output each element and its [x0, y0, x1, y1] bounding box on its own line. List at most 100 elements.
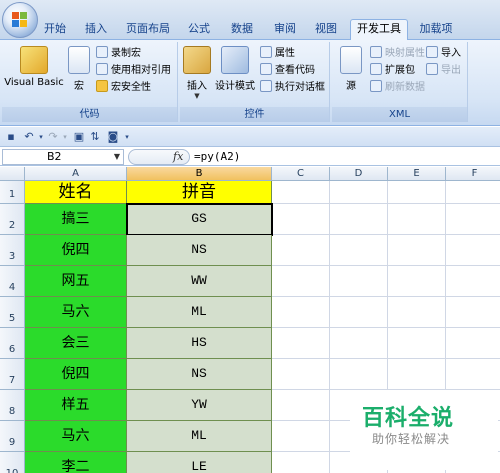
- name-box-dropdown-icon[interactable]: ▼: [114, 150, 120, 164]
- tab-developer[interactable]: 开发工具: [350, 19, 408, 41]
- view-code-button[interactable]: 查看代码: [260, 63, 315, 79]
- table-cell[interactable]: [330, 328, 388, 359]
- table-cell[interactable]: [388, 297, 446, 328]
- tab-review[interactable]: 审阅: [268, 20, 302, 40]
- name-cell[interactable]: 搞三: [25, 204, 127, 235]
- select-all-corner[interactable]: [0, 167, 25, 181]
- column-header-e[interactable]: E: [388, 167, 446, 181]
- name-cell[interactable]: 网五: [25, 266, 127, 297]
- table-cell[interactable]: [446, 181, 500, 204]
- table-cell[interactable]: [388, 235, 446, 266]
- tab-data[interactable]: 数据: [224, 20, 260, 40]
- row-header-6[interactable]: 6: [0, 328, 25, 359]
- column-header-c[interactable]: C: [272, 167, 330, 181]
- pinyin-cell[interactable]: HS: [127, 328, 272, 359]
- map-properties-button[interactable]: 映射属性: [370, 46, 425, 62]
- table-cell[interactable]: [446, 359, 500, 390]
- table-cell[interactable]: [272, 359, 330, 390]
- visual-basic-button[interactable]: Visual Basic: [4, 46, 64, 88]
- print-preview-icon[interactable]: ▣: [72, 130, 86, 144]
- macro-security-button[interactable]: 宏安全性: [96, 80, 151, 96]
- relative-reference-button[interactable]: 使用相对引用: [96, 63, 171, 79]
- row-header-1[interactable]: 1: [0, 181, 25, 204]
- header-cell-name[interactable]: 姓名: [25, 181, 127, 204]
- pinyin-cell[interactable]: YW: [127, 390, 272, 421]
- save-icon[interactable]: ▪: [4, 130, 18, 144]
- pinyin-cell[interactable]: NS: [127, 235, 272, 266]
- table-cell[interactable]: [330, 297, 388, 328]
- name-cell[interactable]: 倪四: [25, 235, 127, 266]
- pinyin-cell[interactable]: WW: [127, 266, 272, 297]
- column-header-d[interactable]: D: [330, 167, 388, 181]
- table-cell[interactable]: [388, 181, 446, 204]
- macro-button[interactable]: 宏: [64, 46, 94, 92]
- customize-qat-icon[interactable]: ▾: [120, 130, 134, 144]
- table-cell[interactable]: [388, 359, 446, 390]
- tab-home[interactable]: 开始: [40, 20, 70, 40]
- table-cell[interactable]: [272, 390, 330, 421]
- table-cell[interactable]: [272, 235, 330, 266]
- table-cell[interactable]: [388, 204, 446, 235]
- table-cell[interactable]: [446, 204, 500, 235]
- design-mode-button[interactable]: 设计模式: [214, 46, 256, 92]
- name-cell[interactable]: 马六: [25, 421, 127, 452]
- table-cell[interactable]: [446, 297, 500, 328]
- camera-icon[interactable]: ◙: [106, 130, 120, 144]
- pinyin-cell[interactable]: GS: [126, 203, 273, 236]
- tab-insert[interactable]: 插入: [78, 20, 114, 40]
- table-cell[interactable]: [272, 328, 330, 359]
- table-cell[interactable]: [272, 421, 330, 452]
- table-cell[interactable]: [446, 266, 500, 297]
- redo-dropdown-icon[interactable]: ▾: [58, 130, 72, 144]
- table-cell[interactable]: [388, 328, 446, 359]
- insert-control-button[interactable]: 插入 ▼: [182, 46, 212, 100]
- row-header-4[interactable]: 4: [0, 266, 25, 297]
- table-cell[interactable]: [330, 181, 388, 204]
- table-cell[interactable]: [330, 235, 388, 266]
- column-header-f[interactable]: F: [446, 167, 500, 181]
- table-cell[interactable]: [272, 204, 330, 235]
- name-cell[interactable]: 马六: [25, 297, 127, 328]
- name-cell[interactable]: 倪四: [25, 359, 127, 390]
- export-button[interactable]: 导出: [426, 63, 461, 79]
- table-cell[interactable]: [446, 235, 500, 266]
- insert-function-button[interactable]: fx: [173, 150, 183, 163]
- expansion-packs-button[interactable]: 扩展包: [370, 63, 415, 79]
- row-header-2[interactable]: 2: [0, 204, 25, 235]
- table-cell[interactable]: [272, 452, 330, 473]
- row-header-5[interactable]: 5: [0, 297, 25, 328]
- refresh-data-button[interactable]: 刷新数据: [370, 80, 425, 96]
- name-cell[interactable]: 李二: [25, 452, 127, 473]
- table-cell[interactable]: [446, 328, 500, 359]
- import-button[interactable]: 导入: [426, 46, 461, 62]
- record-macro-button[interactable]: 录制宏: [96, 46, 141, 62]
- header-cell-pinyin[interactable]: 拼音: [127, 181, 272, 204]
- table-cell[interactable]: [272, 181, 330, 204]
- name-cell[interactable]: 样五: [25, 390, 127, 421]
- table-cell[interactable]: [330, 266, 388, 297]
- tab-addins[interactable]: 加载项: [414, 20, 458, 40]
- row-header-10[interactable]: 10: [0, 452, 25, 473]
- pinyin-cell[interactable]: ML: [127, 421, 272, 452]
- tab-view[interactable]: 视图: [309, 20, 343, 40]
- table-cell[interactable]: [272, 266, 330, 297]
- name-cell[interactable]: 会三: [25, 328, 127, 359]
- office-button[interactable]: [2, 2, 38, 38]
- table-cell[interactable]: [388, 266, 446, 297]
- column-header-b[interactable]: B: [127, 167, 272, 181]
- tab-page-layout[interactable]: 页面布局: [122, 20, 174, 40]
- source-button[interactable]: 源: [336, 46, 366, 92]
- tab-formulas[interactable]: 公式: [182, 20, 216, 40]
- row-header-8[interactable]: 8: [0, 390, 25, 421]
- table-cell[interactable]: [272, 297, 330, 328]
- pinyin-cell[interactable]: LE: [127, 452, 272, 473]
- pinyin-cell[interactable]: NS: [127, 359, 272, 390]
- row-header-3[interactable]: 3: [0, 235, 25, 266]
- pinyin-cell[interactable]: ML: [127, 297, 272, 328]
- table-cell[interactable]: [330, 359, 388, 390]
- sort-icon[interactable]: ⇅: [88, 130, 102, 144]
- row-header-9[interactable]: 9: [0, 421, 25, 452]
- run-dialog-button[interactable]: 执行对话框: [260, 80, 325, 96]
- column-header-a[interactable]: A: [25, 167, 127, 181]
- table-cell[interactable]: [330, 204, 388, 235]
